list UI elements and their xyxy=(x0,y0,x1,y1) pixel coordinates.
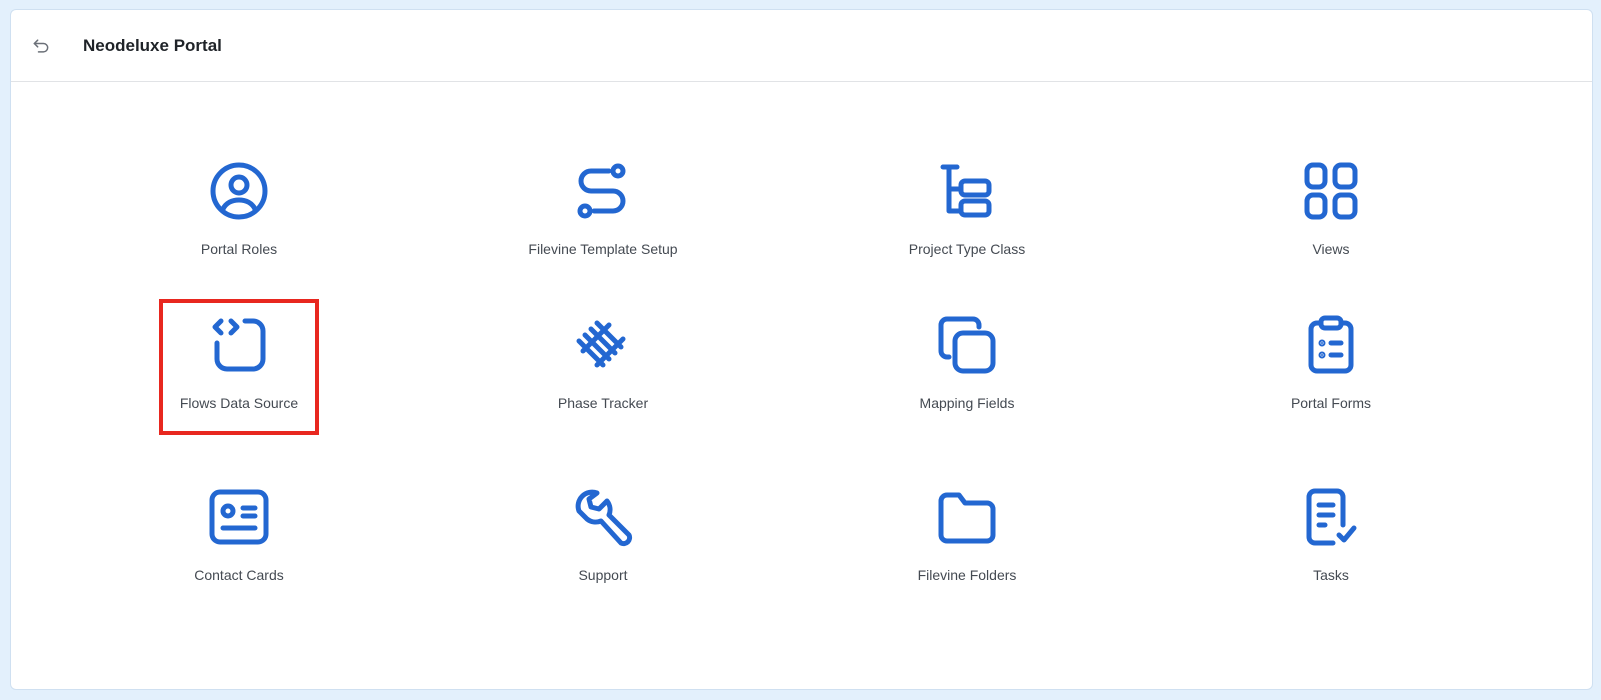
tile-filevine-folders[interactable]: Filevine Folders xyxy=(887,471,1047,607)
tile-tasks[interactable]: Tasks xyxy=(1251,471,1411,607)
tile-label: Views xyxy=(1312,241,1350,257)
header: Neodeluxe Portal xyxy=(11,10,1592,82)
clipboard-list-icon xyxy=(1299,313,1363,377)
tile-contact-cards[interactable]: Contact Cards xyxy=(159,471,319,607)
tile-label: Filevine Folders xyxy=(917,567,1017,583)
tile-phase-tracker[interactable]: Phase Tracker xyxy=(523,299,683,435)
copy-icon xyxy=(935,313,999,377)
tile-views[interactable]: Views xyxy=(1251,145,1411,281)
page-title: Neodeluxe Portal xyxy=(83,35,222,55)
tile-portal-forms[interactable]: Portal Forms xyxy=(1251,299,1411,435)
tile-support[interactable]: Support xyxy=(523,471,683,607)
railway-track-icon xyxy=(571,313,635,377)
id-card-icon xyxy=(207,485,271,549)
task-check-icon xyxy=(1299,485,1363,549)
tile-project-type-class[interactable]: Project Type Class xyxy=(887,145,1047,281)
code-square-icon xyxy=(207,313,271,377)
tile-mapping-fields[interactable]: Mapping Fields xyxy=(887,299,1047,435)
tile-portal-roles[interactable]: Portal Roles xyxy=(159,145,319,281)
grid-icon xyxy=(1299,159,1363,223)
return-arrow-icon xyxy=(33,38,49,53)
hierarchy-icon xyxy=(935,159,999,223)
wrench-icon xyxy=(571,485,635,549)
tile-label: Contact Cards xyxy=(194,567,284,583)
tile-label: Filevine Template Setup xyxy=(528,241,678,257)
user-circle-icon xyxy=(207,159,271,223)
tile-label: Mapping Fields xyxy=(919,395,1015,411)
tile-label: Project Type Class xyxy=(908,241,1026,257)
tile-label: Tasks xyxy=(1313,567,1349,583)
folder-icon xyxy=(935,485,999,549)
back-button[interactable] xyxy=(29,34,53,58)
tile-label: Flows Data Source xyxy=(179,395,299,411)
tile-grid: Portal Roles Filevine Template Setup Pro… xyxy=(11,82,1592,682)
tile-label: Phase Tracker xyxy=(557,395,649,411)
portal-card: Neodeluxe Portal Portal Roles Filevine T… xyxy=(10,9,1593,690)
route-icon xyxy=(571,159,635,223)
tile-label: Support xyxy=(578,567,628,583)
tile-flows-data-source[interactable]: Flows Data Source xyxy=(159,299,319,435)
tile-label: Portal Forms xyxy=(1290,395,1372,411)
tile-label: Portal Roles xyxy=(200,241,278,257)
tile-filevine-template-setup[interactable]: Filevine Template Setup xyxy=(523,145,683,281)
